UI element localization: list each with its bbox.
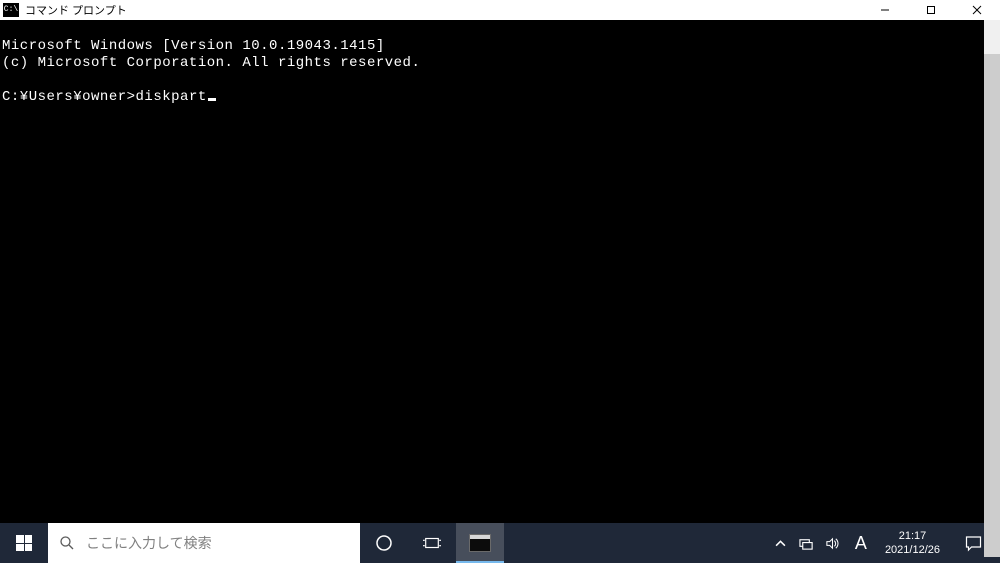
cortana-button[interactable] <box>360 523 408 563</box>
terminal-output: Microsoft Windows [Version 10.0.19043.14… <box>2 38 998 106</box>
volume-icon[interactable] <box>821 523 845 563</box>
terminal-scrollbar[interactable] <box>984 20 1000 523</box>
start-button[interactable] <box>0 523 48 563</box>
cmd-icon <box>469 534 491 552</box>
window-titlebar: C:\ コマンド プロンプト <box>0 0 1000 20</box>
maximize-button[interactable] <box>908 0 954 20</box>
search-icon <box>48 535 86 551</box>
search-placeholder: ここに入力して検索 <box>86 533 212 553</box>
taskbar-app-cmd[interactable] <box>456 523 504 563</box>
terminal[interactable]: Microsoft Windows [Version 10.0.19043.14… <box>0 20 1000 523</box>
system-tray: A 21:17 2021/12/26 <box>769 523 1000 563</box>
taskbar-search[interactable]: ここに入力して検索 <box>48 523 360 563</box>
tray-overflow-button[interactable] <box>769 523 793 563</box>
terminal-cursor <box>208 98 216 101</box>
window-title: コマンド プロンプト <box>25 2 127 18</box>
network-icon[interactable] <box>795 523 819 563</box>
app-icon: C:\ <box>3 3 19 17</box>
clock-date: 2021/12/26 <box>885 543 940 557</box>
ime-indicator[interactable]: A <box>847 533 875 554</box>
taskbar-clock[interactable]: 21:17 2021/12/26 <box>877 529 948 557</box>
windows-logo-icon <box>16 535 32 551</box>
clock-time: 21:17 <box>899 529 927 543</box>
terminal-command: diskpart <box>136 89 207 105</box>
scrollbar-thumb[interactable] <box>984 54 1000 557</box>
taskbar: ここに入力して検索 <box>0 523 1000 563</box>
close-button[interactable] <box>954 0 1000 20</box>
minimize-button[interactable] <box>862 0 908 20</box>
task-view-button[interactable] <box>408 523 456 563</box>
